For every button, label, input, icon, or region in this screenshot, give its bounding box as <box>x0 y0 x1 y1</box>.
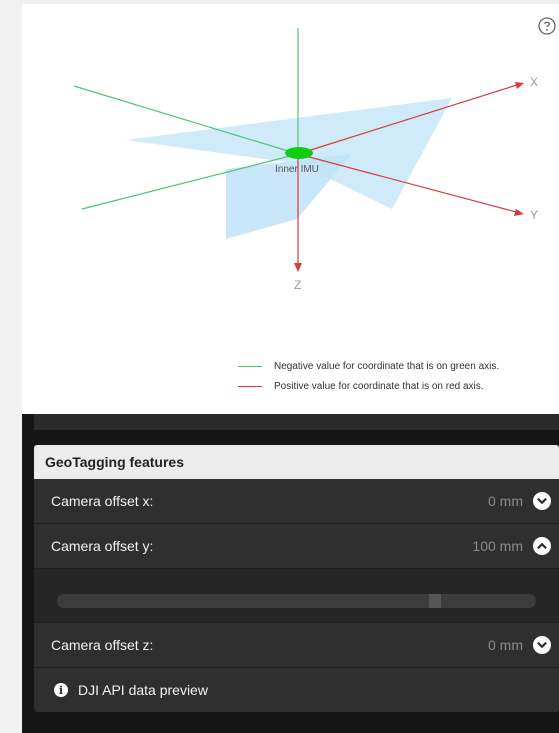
camera-offset-z-row[interactable]: Camera offset z: 0 mm <box>34 623 559 668</box>
chevron-down-icon[interactable] <box>533 636 551 654</box>
previous-section-bottom <box>34 414 559 430</box>
legend: Negative value for coordinate that is on… <box>238 356 499 396</box>
camera-offset-x-row[interactable]: Camera offset x: 0 mm <box>34 479 559 524</box>
camera-offset-y-slider[interactable] <box>57 594 536 608</box>
camera-offset-y-row[interactable]: Camera offset y: 100 mm <box>34 524 559 569</box>
settings-panel: GeoTagging features Camera offset x: 0 m… <box>22 414 559 733</box>
camera-offset-y-slider-row <box>34 569 559 623</box>
chevron-down-icon[interactable] <box>533 492 551 510</box>
x-axis-label: X <box>530 75 538 89</box>
camera-offset-y-value: 100 mm <box>472 538 523 554</box>
camera-offset-z-value: 0 mm <box>488 637 523 653</box>
dji-api-preview-label: DJI API data preview <box>78 682 208 698</box>
y-axis-label: Y <box>530 208 538 222</box>
x-arrowhead <box>515 82 524 89</box>
camera-offset-x-value: 0 mm <box>488 493 523 509</box>
imu-diagram-card: Inner IMU X Y Z Negative value for coord… <box>22 4 559 414</box>
geotagging-section: GeoTagging features Camera offset x: 0 m… <box>34 445 559 712</box>
dji-api-preview-row[interactable]: i DJI API data preview <box>34 668 559 712</box>
imu-axes-diagram: Inner IMU X Y Z <box>73 28 538 292</box>
imu-label: Inner IMU <box>275 164 319 175</box>
imu-marker <box>285 147 313 159</box>
camera-offset-z-label: Camera offset z: <box>51 637 154 653</box>
legend-text: Positive value for coordinate that is on… <box>274 380 484 392</box>
slider-handle[interactable] <box>429 594 442 608</box>
red-line-swatch <box>238 385 262 387</box>
section-title: GeoTagging features <box>34 445 559 479</box>
legend-item-negative: Negative value for coordinate that is on… <box>238 356 499 376</box>
legend-item-positive: Positive value for coordinate that is on… <box>238 376 499 396</box>
z-arrowhead <box>294 263 302 272</box>
green-line-swatch <box>238 365 262 367</box>
chevron-up-icon[interactable] <box>533 537 551 555</box>
camera-offset-y-label: Camera offset y: <box>51 538 154 554</box>
question-circle-icon[interactable] <box>537 16 557 36</box>
info-icon: i <box>54 683 68 697</box>
legend-text: Negative value for coordinate that is on… <box>274 360 500 372</box>
z-axis-label: Z <box>294 278 301 292</box>
camera-offset-x-label: Camera offset x: <box>51 493 154 509</box>
y-arrowhead <box>514 209 524 216</box>
